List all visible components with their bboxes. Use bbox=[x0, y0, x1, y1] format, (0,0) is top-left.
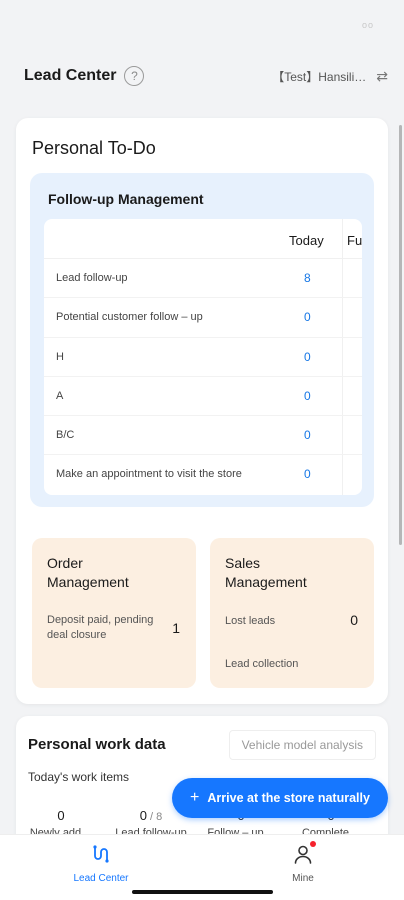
tab-label: Lead Center bbox=[73, 873, 129, 884]
followup-table[interactable]: Today Fu Lead follow-up 8 Potential cust… bbox=[44, 219, 362, 495]
plus-icon: + bbox=[190, 789, 200, 806]
table-row[interactable]: Lead follow-up 8 bbox=[44, 259, 362, 299]
row-today-value[interactable]: 0 bbox=[304, 389, 311, 403]
table-row[interactable]: A 0 bbox=[44, 377, 362, 417]
table-row[interactable]: B/C 0 bbox=[44, 416, 362, 456]
table-row[interactable]: Potential customer follow – up 0 bbox=[44, 298, 362, 338]
stat-number: 0 bbox=[139, 808, 147, 823]
deposit-label-line1: Deposit paid, pending bbox=[47, 614, 154, 626]
bottom-tab-bar: Lead Center Mine bbox=[0, 834, 404, 900]
followup-title: Follow-up Management bbox=[48, 191, 204, 207]
table-header: Today Fu bbox=[44, 219, 362, 259]
lead-collection-label[interactable]: Lead collection bbox=[225, 657, 298, 672]
row-label: Lead follow-up bbox=[56, 272, 128, 284]
row-label: A bbox=[56, 389, 64, 402]
sales-management-title: Sales Management bbox=[225, 554, 307, 592]
work-data-title: Personal work data bbox=[28, 736, 166, 753]
sales-title-line1: Sales bbox=[225, 555, 261, 571]
status-bar: oo bbox=[0, 0, 404, 50]
lost-leads-value[interactable]: 0 bbox=[350, 612, 358, 628]
arrive-store-label: Arrive at the store naturally bbox=[207, 791, 370, 805]
row-label: Potential customer follow – up bbox=[56, 311, 203, 324]
store-name[interactable]: 【Test】Hansili… bbox=[272, 68, 366, 85]
row-today-value[interactable]: 0 bbox=[304, 310, 311, 324]
stat-sub: / 8 bbox=[146, 811, 163, 823]
order-title-line1: Order bbox=[47, 555, 83, 571]
row-label: B/C bbox=[56, 429, 75, 442]
sales-title-line2: Management bbox=[225, 574, 307, 590]
followup-management-panel: Follow-up Management Today Fu Lead follo… bbox=[30, 173, 374, 507]
row-today-value[interactable]: 8 bbox=[304, 271, 311, 285]
status-indicator: oo bbox=[361, 20, 374, 30]
store-switcher[interactable]: 【Test】Hansili… ⇄ bbox=[272, 68, 388, 85]
lost-leads-label: Lost leads bbox=[225, 615, 276, 627]
deposit-paid-label: Deposit paid, pending deal closure bbox=[47, 613, 153, 643]
order-management-card[interactable]: Order Management Deposit paid, pending d… bbox=[32, 538, 196, 688]
row-today-value[interactable]: 0 bbox=[304, 350, 311, 364]
table-row[interactable]: Make an appointment to visit the store 0 bbox=[44, 455, 362, 494]
tab-label: Mine bbox=[292, 873, 314, 884]
order-management-title: Order Management bbox=[47, 554, 129, 592]
sales-management-card[interactable]: Sales Management Lost leads 0 Lead colle… bbox=[210, 538, 374, 688]
scrollbar[interactable] bbox=[399, 125, 402, 545]
help-icon[interactable]: ? bbox=[124, 66, 145, 86]
deposit-paid-value[interactable]: 1 bbox=[172, 620, 180, 636]
table-row[interactable]: H 0 bbox=[44, 338, 362, 377]
work-items-subtitle: Today's work items bbox=[28, 770, 129, 784]
todo-title: Personal To-Do bbox=[32, 138, 156, 158]
notification-badge bbox=[310, 841, 316, 847]
switch-icon[interactable]: ⇄ bbox=[376, 68, 388, 85]
header: Lead Center ? 【Test】Hansili… ⇄ bbox=[0, 50, 404, 102]
personal-todo-card: Personal To-Do Follow-up Management Toda… bbox=[16, 118, 388, 704]
route-icon bbox=[90, 843, 112, 870]
stat-number: 0 bbox=[57, 808, 65, 823]
arrive-store-button[interactable]: + Arrive at the store naturally bbox=[172, 778, 388, 818]
home-indicator bbox=[132, 890, 273, 894]
row-today-value[interactable]: 0 bbox=[304, 428, 311, 442]
column-today: Today bbox=[289, 233, 324, 248]
row-label: Make an appointment to visit the store bbox=[56, 468, 242, 481]
user-icon bbox=[292, 843, 314, 870]
vehicle-model-analysis-tab[interactable]: Vehicle model analysis bbox=[228, 730, 376, 760]
order-title-line2: Management bbox=[47, 574, 129, 590]
row-label: H bbox=[56, 350, 64, 363]
page-title: Lead Center bbox=[24, 67, 117, 84]
row-today-value[interactable]: 0 bbox=[304, 467, 311, 481]
stat-value: 0 bbox=[16, 808, 106, 823]
column-future: Fu bbox=[347, 233, 362, 248]
deposit-label-line2: deal closure bbox=[47, 629, 107, 641]
